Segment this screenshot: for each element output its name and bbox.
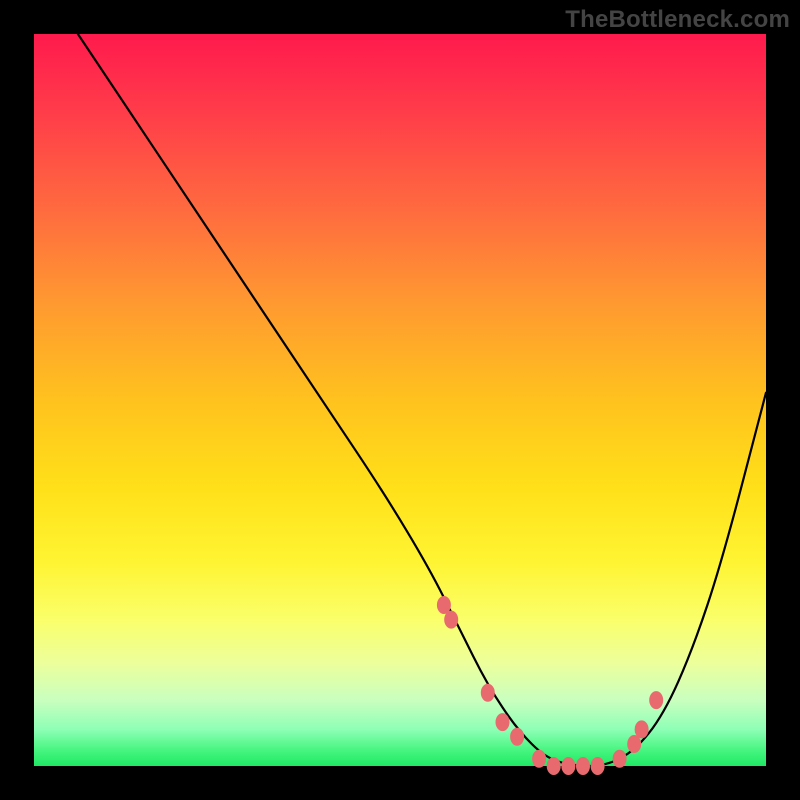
plot-area <box>34 34 766 766</box>
watermark-text: TheBottleneck.com <box>565 6 790 34</box>
marker-dot <box>613 750 627 768</box>
bottleneck-curve <box>78 34 766 766</box>
marker-dot <box>496 713 510 731</box>
marker-dot <box>635 720 649 738</box>
marker-dot <box>561 757 575 775</box>
marker-dot <box>532 750 546 768</box>
marker-dot <box>481 684 495 702</box>
highlight-markers <box>437 596 663 775</box>
marker-dot <box>576 757 590 775</box>
marker-dot <box>444 611 458 629</box>
chart-frame: TheBottleneck.com <box>0 0 800 800</box>
marker-dot <box>591 757 605 775</box>
marker-dot <box>649 691 663 709</box>
marker-dot <box>547 757 561 775</box>
marker-dot <box>510 728 524 746</box>
curve-layer <box>34 34 766 766</box>
